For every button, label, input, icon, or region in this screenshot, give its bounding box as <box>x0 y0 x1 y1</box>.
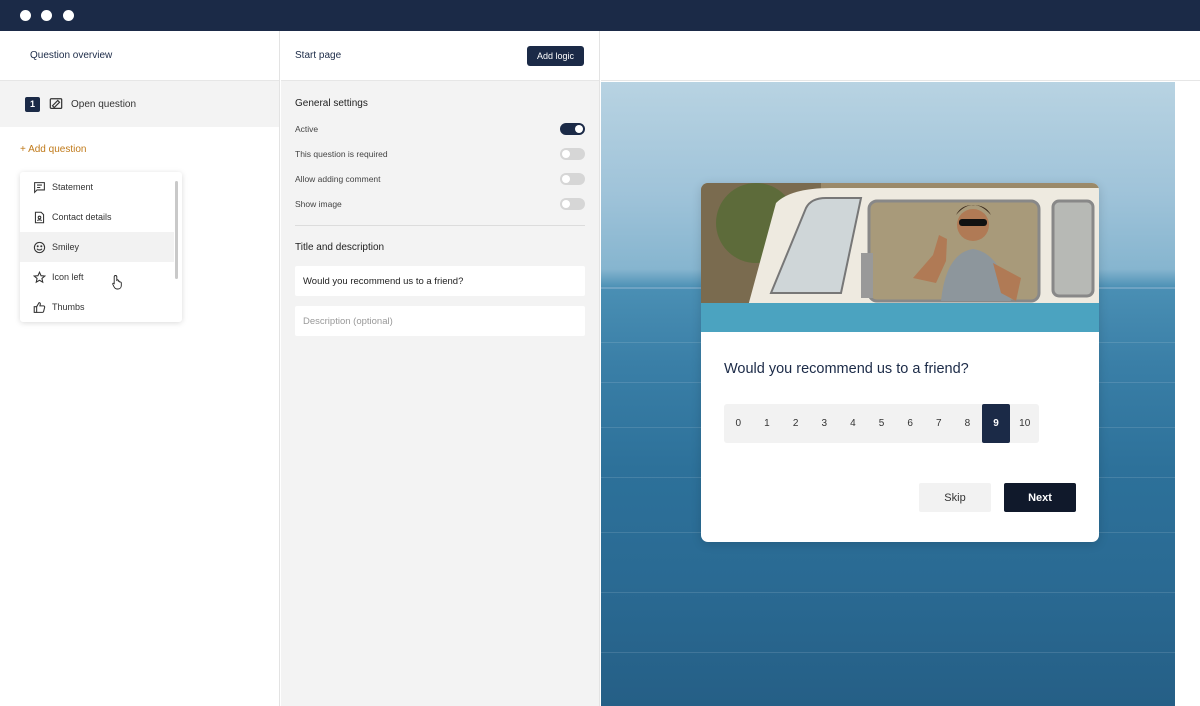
general-settings-title: General settings <box>295 98 368 109</box>
preview-question-text: Would you recommend us to a friend? <box>724 361 969 377</box>
question-type-label: Statement <box>52 182 94 192</box>
skip-button[interactable]: Skip <box>919 483 991 512</box>
setting-allow-comment: Allow adding comment <box>295 172 585 186</box>
question-item-1[interactable]: 1 Open question <box>0 81 279 127</box>
required-toggle[interactable] <box>560 148 585 160</box>
setting-show-image: Show image <box>295 197 585 211</box>
next-button[interactable]: Next <box>1004 483 1076 512</box>
nps-option-4[interactable]: 4 <box>839 404 868 443</box>
nps-option-3[interactable]: 3 <box>810 404 839 443</box>
window-titlebar <box>0 0 1200 31</box>
question-overview-header: Question overview <box>0 31 279 81</box>
contact-details-icon <box>34 211 45 223</box>
question-overview-title: Question overview <box>30 50 113 61</box>
title-description-title: Title and description <box>295 242 385 253</box>
smiley-icon <box>33 241 46 253</box>
dropdown-scrollbar[interactable] <box>175 181 178 279</box>
hand-cursor-icon <box>112 275 122 290</box>
setting-label: This question is required <box>295 149 388 159</box>
add-question-button[interactable]: + Add question <box>20 144 86 155</box>
question-type-smiley[interactable]: Smiley <box>20 232 174 262</box>
description-input[interactable] <box>295 306 585 336</box>
question-item-label: Open question <box>71 98 137 110</box>
setting-active: Active <box>295 122 585 136</box>
nps-option-9[interactable]: 9 <box>981 404 1011 443</box>
question-number-badge: 1 <box>25 96 40 112</box>
nps-option-10[interactable]: 10 <box>1010 404 1039 443</box>
nps-scale: 0 1 2 3 4 5 6 7 8 9 10 <box>724 404 1039 443</box>
survey-question-card: Would you recommend us to a friend? 0 1 … <box>701 183 1099 542</box>
question-type-label: Thumbs <box>52 302 85 312</box>
question-type-label: Smiley <box>52 242 80 252</box>
setting-required: This question is required <box>295 147 585 161</box>
thumbs-up-icon <box>33 301 46 313</box>
question-settings-panel: Start page Add logic General settings Ac… <box>281 31 600 706</box>
nps-option-6[interactable]: 6 <box>896 404 925 443</box>
show-image-toggle[interactable] <box>560 198 585 210</box>
window-maximize-dot[interactable] <box>63 10 74 21</box>
card-photo <box>701 183 1099 332</box>
star-icon <box>33 270 46 283</box>
survey-preview-panel: Would you recommend us to a friend? 0 1 … <box>601 31 1200 706</box>
question-type-icon-left[interactable]: Icon left <box>20 262 174 292</box>
question-type-label: Contact details <box>52 212 112 222</box>
setting-label: Show image <box>295 199 342 209</box>
question-type-contact-details[interactable]: Contact details <box>20 202 174 232</box>
window-minimize-dot[interactable] <box>41 10 52 21</box>
start-page-title: Start page <box>295 50 342 61</box>
question-title-input[interactable] <box>295 266 585 296</box>
question-type-label: Icon left <box>52 272 84 282</box>
allow-comment-toggle[interactable] <box>560 173 585 185</box>
nps-option-0[interactable]: 0 <box>724 404 753 443</box>
statement-icon <box>34 181 45 194</box>
nps-option-7[interactable]: 7 <box>924 404 953 443</box>
question-overview-panel: Question overview 1 Open question + Add … <box>0 31 280 706</box>
active-toggle[interactable] <box>560 123 585 135</box>
nps-option-2[interactable]: 2 <box>781 404 810 443</box>
preview-header <box>601 31 1200 81</box>
setting-label: Active <box>295 124 319 134</box>
start-page-header: Start page Add logic <box>281 31 599 81</box>
open-question-icon <box>49 98 63 109</box>
setting-label: Allow adding comment <box>295 174 381 184</box>
window-close-dot[interactable] <box>20 10 31 21</box>
question-type-thumbs[interactable]: Thumbs <box>20 292 174 322</box>
add-logic-button[interactable]: Add logic <box>526 45 584 66</box>
nps-option-1[interactable]: 1 <box>753 404 782 443</box>
question-type-statement[interactable]: Statement <box>20 172 174 202</box>
question-type-dropdown: Statement Contact details Smiley Icon le… <box>20 172 182 322</box>
settings-divider <box>295 225 585 226</box>
nps-option-5[interactable]: 5 <box>867 404 896 443</box>
nps-option-8[interactable]: 8 <box>953 404 982 443</box>
